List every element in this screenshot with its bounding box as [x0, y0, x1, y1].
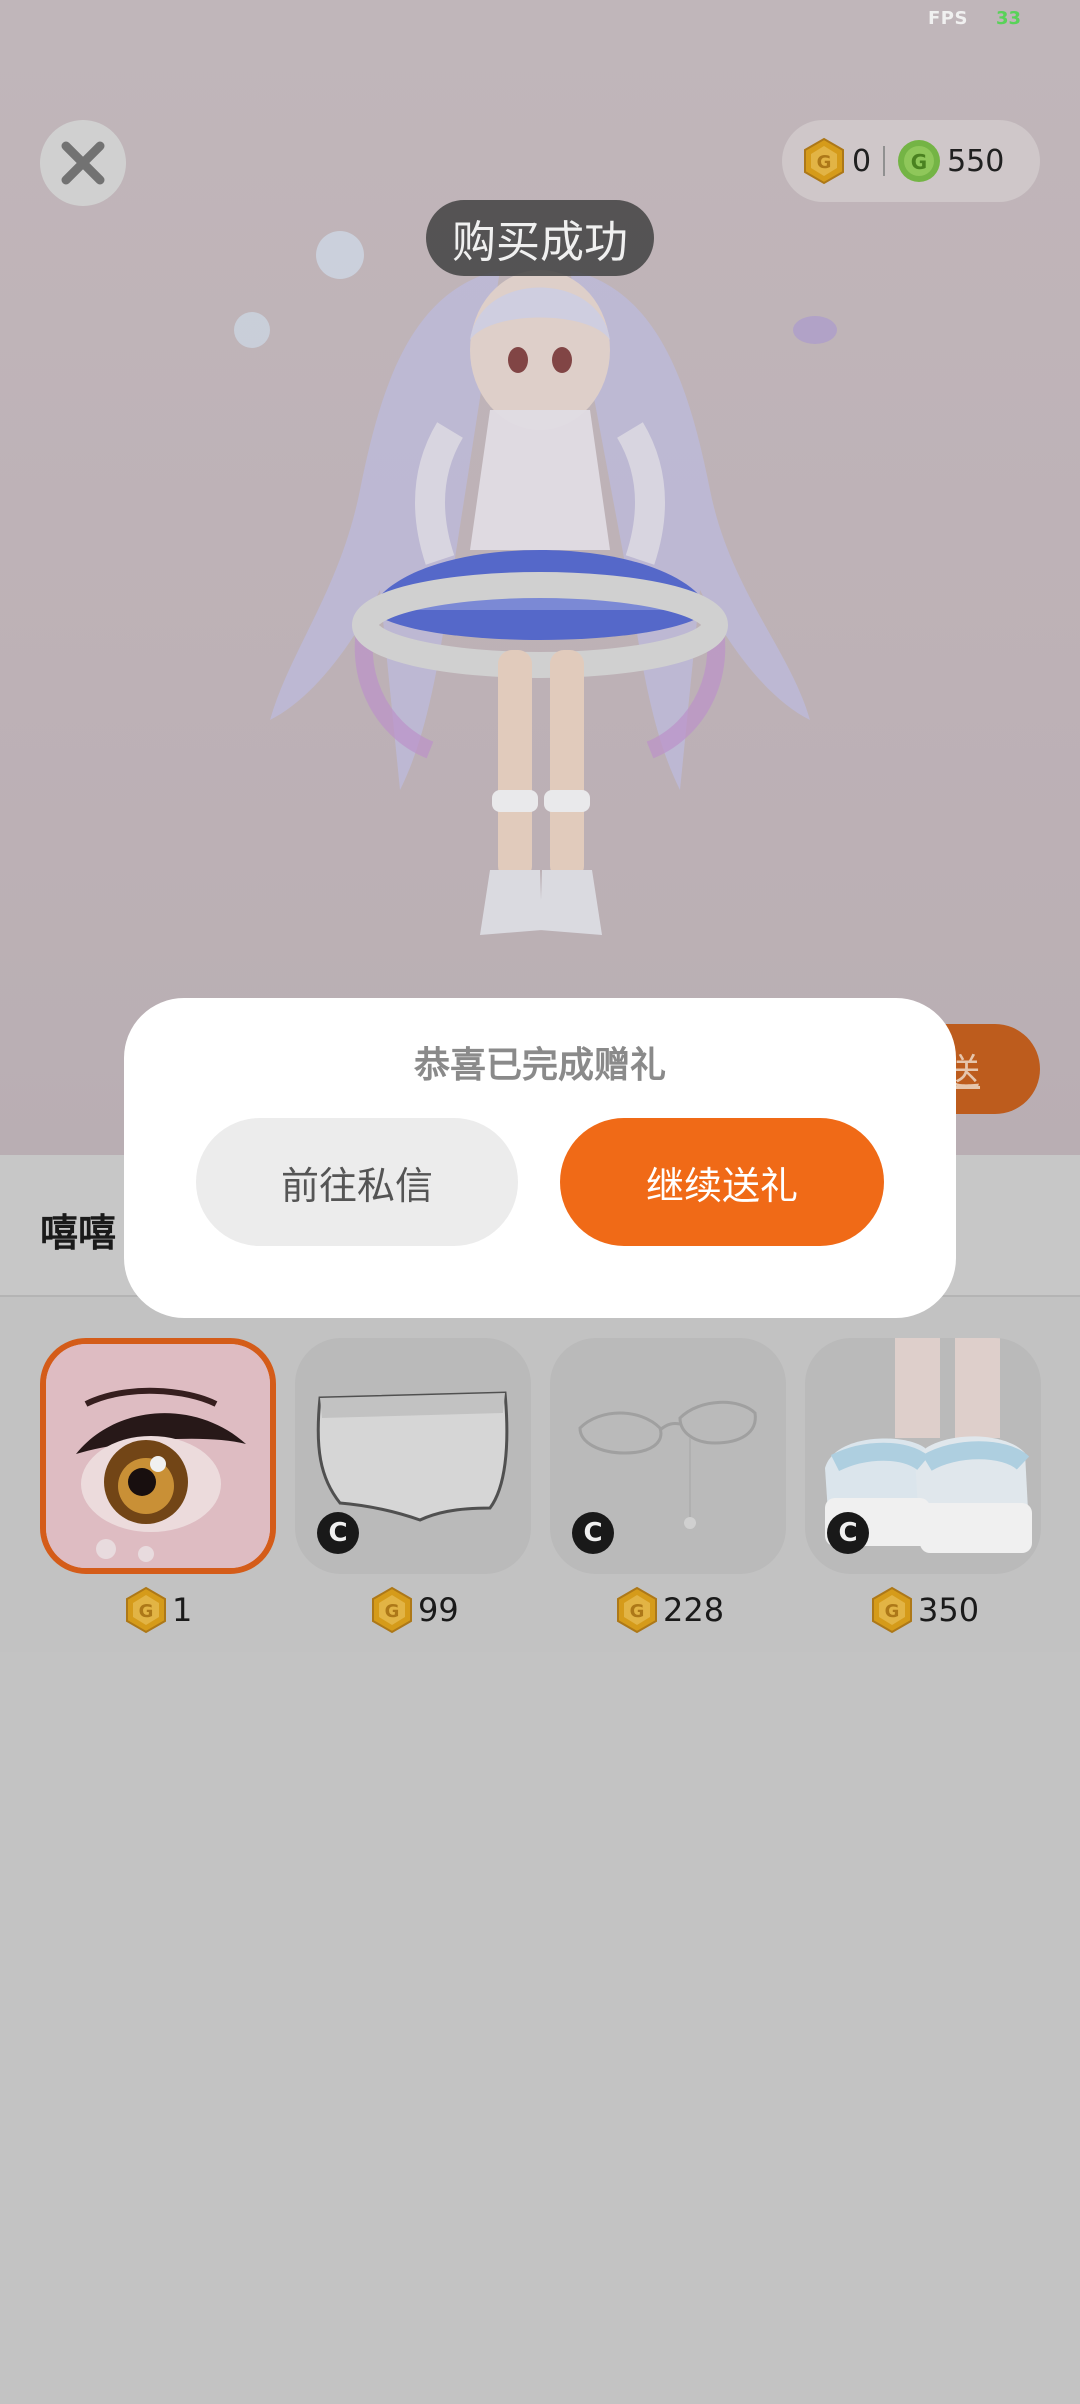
continue-gifting-button[interactable]: 继续送礼: [560, 1118, 884, 1246]
dialog-title: 恭喜已完成赠礼: [413, 1045, 666, 1086]
gift-complete-dialog: 恭喜已完成赠礼 前往私信 继续送礼: [124, 998, 956, 1318]
go-to-messages-button[interactable]: 前往私信: [196, 1118, 518, 1246]
